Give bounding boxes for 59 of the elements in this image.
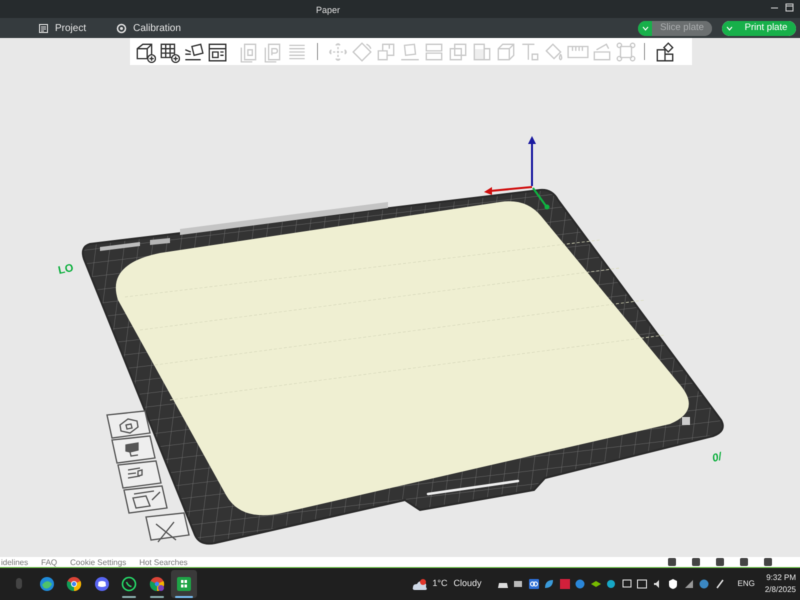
hexagon-icon[interactable] <box>106 410 151 439</box>
plate-marking-drawing <box>100 238 170 251</box>
network-icon[interactable] <box>684 579 694 589</box>
language-indicator[interactable]: ENG <box>738 578 755 590</box>
temperature-text[interactable]: 1°C <box>432 577 448 591</box>
cross-icon[interactable] <box>145 512 190 543</box>
clock-date[interactable]: 2/8/2025 <box>764 584 796 596</box>
cube-icon <box>495 40 517 62</box>
screen-icon[interactable] <box>637 579 648 589</box>
spreadsheet-icon <box>176 576 192 592</box>
clock-time[interactable]: 9:32 PM <box>766 572 796 584</box>
move-icon <box>327 40 349 62</box>
arrange-icon <box>182 40 204 62</box>
split-icon <box>423 40 445 62</box>
boolean-icon <box>447 40 469 62</box>
gear-icon <box>116 22 128 34</box>
monitor-icon[interactable] <box>622 579 632 589</box>
support-paint-icon <box>471 40 493 62</box>
toolbar-tab[interactable]: Project <box>32 20 92 36</box>
document-icon <box>38 22 49 34</box>
cup-icon[interactable] <box>111 435 156 464</box>
plate-layout-icon <box>206 40 228 62</box>
add-grid-icon <box>158 40 180 62</box>
bounding-box-icon <box>615 40 637 62</box>
discord-icon <box>94 576 110 592</box>
taskbar-app-button[interactable] <box>171 570 197 598</box>
app-tile-icon[interactable] <box>560 579 570 589</box>
pencil-plate-icon[interactable] <box>123 485 168 514</box>
plate-label: 0/ <box>711 450 723 465</box>
paint-bucket-icon <box>543 40 565 62</box>
scale-icon <box>375 40 397 62</box>
lay-flat-icon <box>399 40 421 62</box>
footer-link[interactable]: Hot Searches <box>139 559 188 567</box>
puzzle-icon <box>654 40 676 62</box>
rotate-icon <box>351 40 373 62</box>
pen-icon[interactable] <box>714 579 725 589</box>
chevron-down-icon <box>726 26 732 30</box>
leaf-icon[interactable] <box>544 579 554 589</box>
laptop-icon[interactable] <box>513 579 524 589</box>
shield-icon[interactable] <box>668 579 678 589</box>
chrome-browser-icon <box>148 576 164 592</box>
footer-link[interactable]: idelines <box>1 559 28 567</box>
footer-link[interactable]: Cookie Settings <box>70 559 126 567</box>
round-app-icon[interactable] <box>575 579 586 589</box>
layout-icon[interactable] <box>117 460 162 489</box>
weather-condition-text[interactable]: Cloudy <box>454 577 482 591</box>
whatsapp-icon <box>121 576 137 592</box>
infinity-icon[interactable] <box>528 579 539 589</box>
chevron-down-icon <box>642 26 648 30</box>
window-title: Paper <box>316 4 340 17</box>
add-cube-icon <box>134 40 156 62</box>
cloud-icon[interactable] <box>412 578 428 590</box>
chrome-browser-icon <box>66 576 82 592</box>
plate-label: LO <box>57 262 75 277</box>
footer-link[interactable]: FAQ <box>41 559 58 567</box>
edge-browser-icon <box>38 576 54 592</box>
maximize-icon[interactable] <box>785 3 794 12</box>
assembly-icon <box>591 40 613 62</box>
toolbar-tab[interactable]: Calibration <box>110 20 187 36</box>
